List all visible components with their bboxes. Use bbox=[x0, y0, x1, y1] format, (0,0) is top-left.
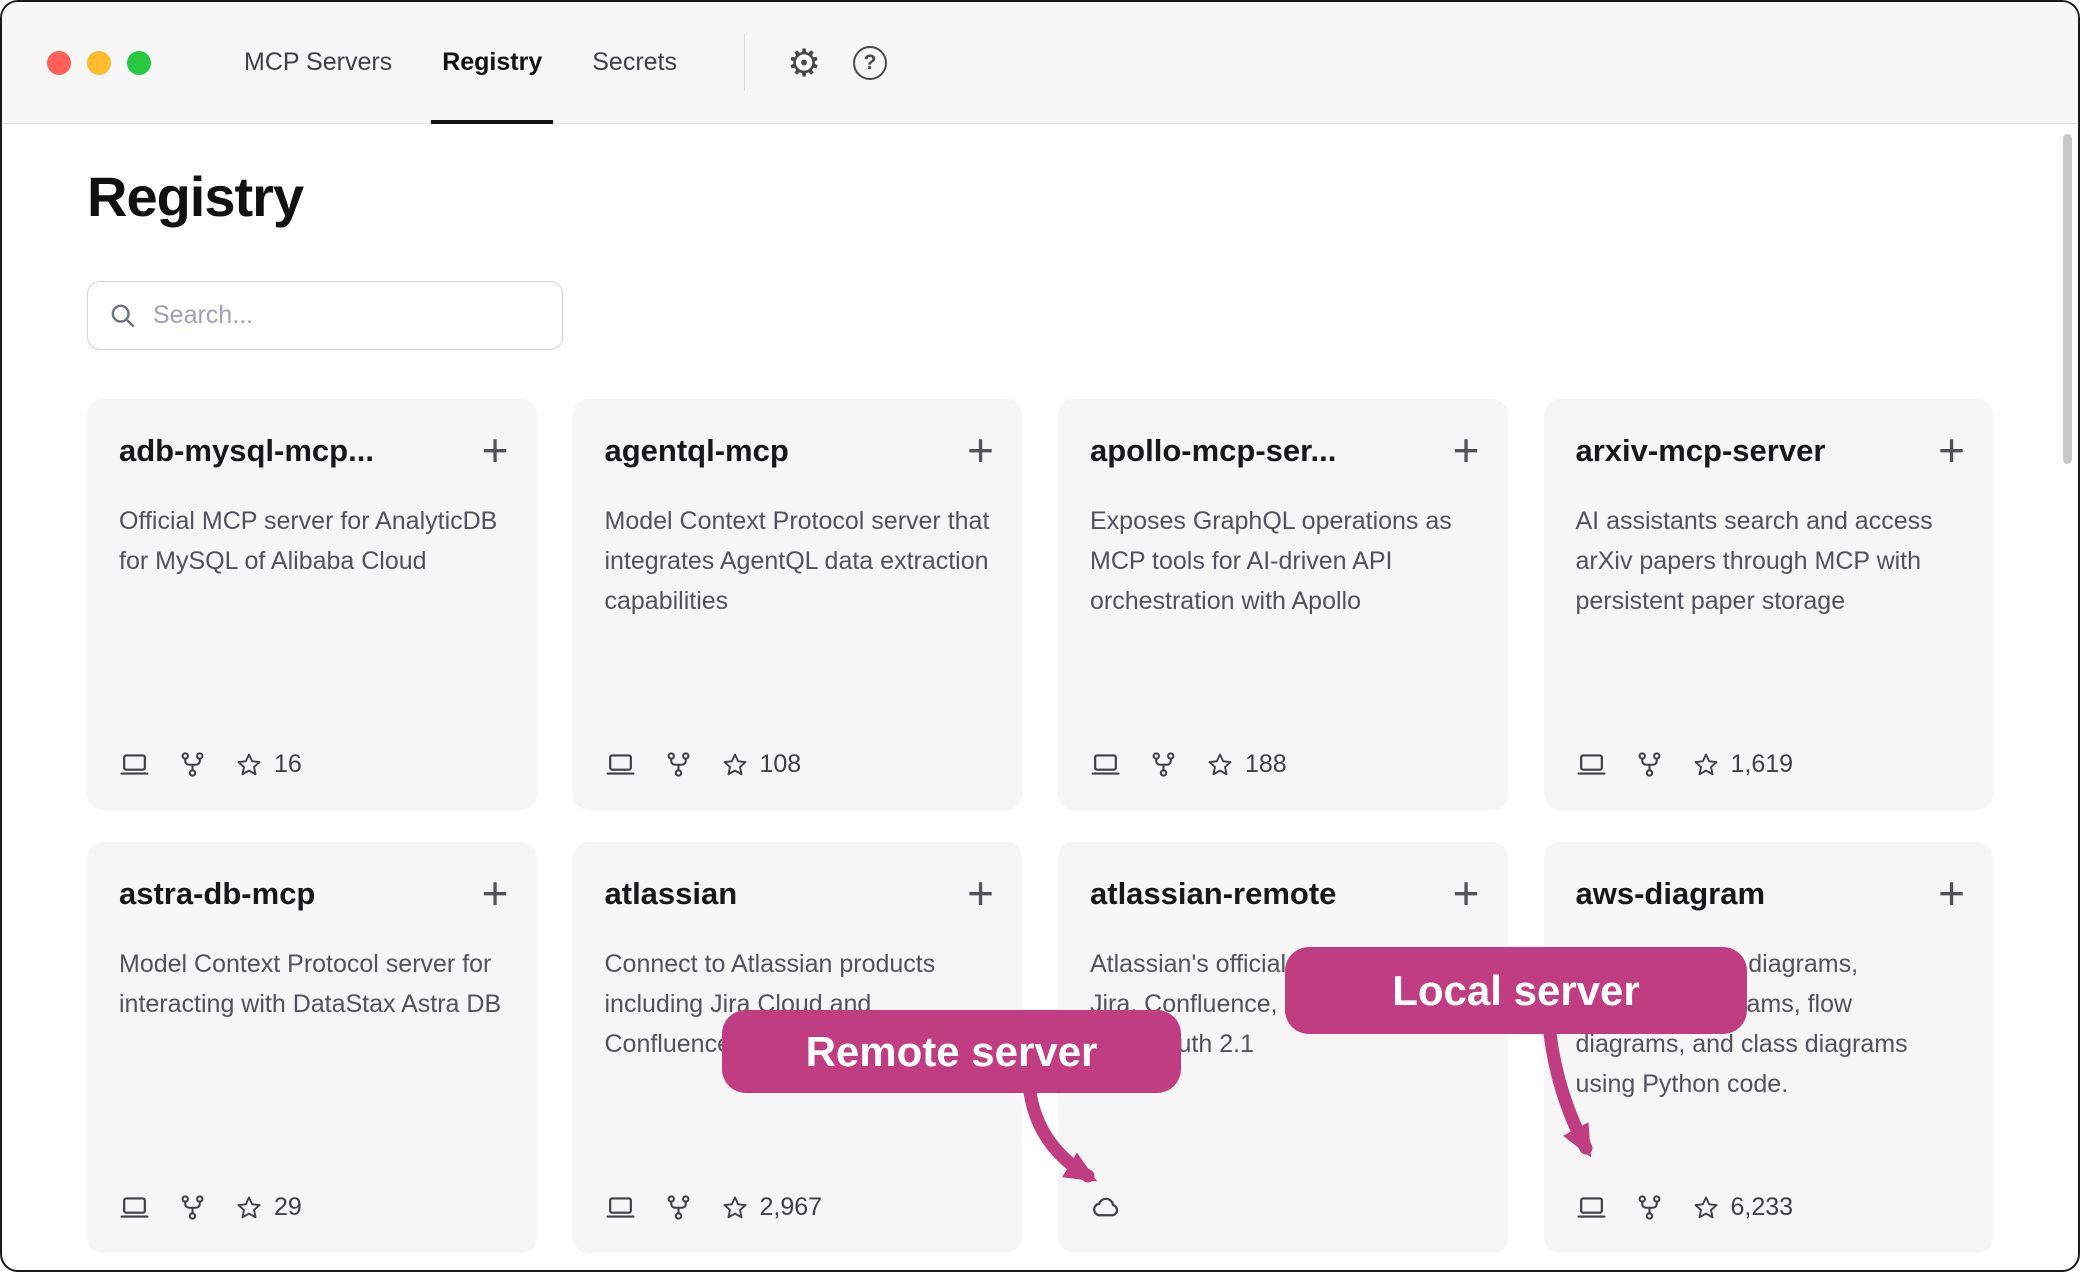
plus-icon: + bbox=[1938, 867, 1965, 919]
star-count: 108 bbox=[760, 750, 802, 779]
card-title: astra-db-mcp bbox=[119, 876, 315, 912]
add-server-button[interactable]: + bbox=[482, 870, 509, 916]
app-window: MCP Servers Registry Secrets ⚙ ? Registr… bbox=[0, 0, 2080, 1272]
star-icon bbox=[721, 1194, 749, 1222]
card-title: adb-mysql-mcp... bbox=[119, 433, 374, 469]
star-count: 2,967 bbox=[760, 1193, 823, 1222]
laptop-icon bbox=[1090, 749, 1121, 780]
card-title: arxiv-mcp-server bbox=[1576, 433, 1826, 469]
star-rating: 188 bbox=[1206, 750, 1287, 779]
card-description: AI assistants search and access arXiv pa… bbox=[1576, 501, 1962, 621]
github-fork-icon bbox=[664, 750, 693, 779]
github-fork-icon bbox=[664, 1193, 693, 1222]
page-title: Registry bbox=[87, 164, 1993, 229]
github-fork-icon bbox=[178, 750, 207, 779]
star-rating: 2,967 bbox=[721, 1193, 823, 1222]
local-server-arrow bbox=[1502, 1028, 1672, 1188]
star-icon bbox=[1692, 1194, 1720, 1222]
local-server-annotation: Local server bbox=[1285, 947, 1747, 1034]
laptop-icon bbox=[119, 1192, 150, 1223]
star-icon bbox=[1692, 751, 1720, 779]
star-icon bbox=[1206, 751, 1234, 779]
tab-registry[interactable]: Registry bbox=[417, 2, 567, 123]
zoom-button[interactable] bbox=[127, 51, 151, 75]
nav-divider bbox=[744, 34, 745, 91]
titlebar-actions: ⚙ ? bbox=[787, 2, 887, 123]
server-card[interactable]: agentql-mcp + Model Context Protocol ser… bbox=[573, 399, 1023, 810]
card-description: Exposes GraphQL operations as MCP tools … bbox=[1090, 501, 1476, 621]
help-button[interactable]: ? bbox=[853, 46, 887, 80]
card-title: atlassian-remote bbox=[1090, 876, 1336, 912]
star-icon bbox=[235, 751, 263, 779]
server-card[interactable]: apollo-mcp-ser... + Exposes GraphQL oper… bbox=[1058, 399, 1508, 810]
plus-icon: + bbox=[967, 424, 994, 476]
star-count: 16 bbox=[274, 750, 302, 779]
tab-mcp-servers[interactable]: MCP Servers bbox=[219, 2, 417, 123]
github-fork-icon bbox=[1635, 750, 1664, 779]
laptop-icon bbox=[605, 749, 636, 780]
card-description: Official MCP server for AnalyticDB for M… bbox=[119, 501, 505, 581]
vertical-scrollbar[interactable] bbox=[2063, 134, 2072, 464]
card-title: atlassian bbox=[605, 876, 738, 912]
laptop-icon bbox=[605, 1192, 636, 1223]
laptop-icon bbox=[119, 749, 150, 780]
star-rating: 108 bbox=[721, 750, 802, 779]
github-fork-icon bbox=[1149, 750, 1178, 779]
remote-server-annotation: Remote server bbox=[722, 1010, 1181, 1093]
star-rating: 6,233 bbox=[1692, 1193, 1794, 1222]
star-count: 188 bbox=[1245, 750, 1287, 779]
star-icon bbox=[235, 1194, 263, 1222]
plus-icon: + bbox=[1453, 424, 1480, 476]
star-count: 6,233 bbox=[1731, 1193, 1794, 1222]
search-icon bbox=[108, 301, 137, 330]
card-description: Model Context Protocol server for intera… bbox=[119, 944, 505, 1024]
star-rating: 1,619 bbox=[1692, 750, 1794, 779]
plus-icon: + bbox=[482, 867, 509, 919]
server-card[interactable]: arxiv-mcp-server + AI assistants search … bbox=[1544, 399, 1994, 810]
minimize-button[interactable] bbox=[87, 51, 111, 75]
traffic-lights bbox=[2, 2, 151, 123]
card-title: aws-diagram bbox=[1576, 876, 1766, 912]
add-server-button[interactable]: + bbox=[1453, 427, 1480, 473]
laptop-icon bbox=[1576, 1192, 1607, 1223]
add-server-button[interactable]: + bbox=[967, 427, 994, 473]
close-button[interactable] bbox=[47, 51, 71, 75]
laptop-icon bbox=[1576, 749, 1607, 780]
star-count: 29 bbox=[274, 1193, 302, 1222]
add-server-button[interactable]: + bbox=[1938, 870, 1965, 916]
plus-icon: + bbox=[1453, 867, 1480, 919]
card-title: agentql-mcp bbox=[605, 433, 789, 469]
add-server-button[interactable]: + bbox=[1938, 427, 1965, 473]
plus-icon: + bbox=[1938, 424, 1965, 476]
github-fork-icon bbox=[178, 1193, 207, 1222]
titlebar: MCP Servers Registry Secrets ⚙ ? bbox=[2, 2, 2078, 124]
github-fork-icon bbox=[1635, 1193, 1664, 1222]
help-icon: ? bbox=[853, 46, 887, 80]
card-description: Model Context Protocol server that integ… bbox=[605, 501, 991, 621]
star-rating: 29 bbox=[235, 1193, 302, 1222]
add-server-button[interactable]: + bbox=[967, 870, 994, 916]
remote-server-arrow bbox=[992, 1084, 1172, 1214]
server-card[interactable]: adb-mysql-mcp... + Official MCP server f… bbox=[87, 399, 537, 810]
star-icon bbox=[721, 751, 749, 779]
plus-icon: + bbox=[482, 424, 509, 476]
search-input[interactable] bbox=[153, 301, 542, 330]
add-server-button[interactable]: + bbox=[1453, 870, 1480, 916]
main-nav: MCP Servers Registry Secrets bbox=[219, 2, 702, 123]
tab-secrets[interactable]: Secrets bbox=[567, 2, 702, 123]
plus-icon: + bbox=[967, 867, 994, 919]
star-count: 1,619 bbox=[1731, 750, 1794, 779]
settings-button[interactable]: ⚙ bbox=[787, 44, 821, 82]
server-card[interactable]: astra-db-mcp + Model Context Protocol se… bbox=[87, 842, 537, 1253]
search-box[interactable] bbox=[87, 281, 563, 350]
gear-icon: ⚙ bbox=[787, 44, 821, 82]
card-title: apollo-mcp-ser... bbox=[1090, 433, 1336, 469]
add-server-button[interactable]: + bbox=[482, 427, 509, 473]
star-rating: 16 bbox=[235, 750, 302, 779]
